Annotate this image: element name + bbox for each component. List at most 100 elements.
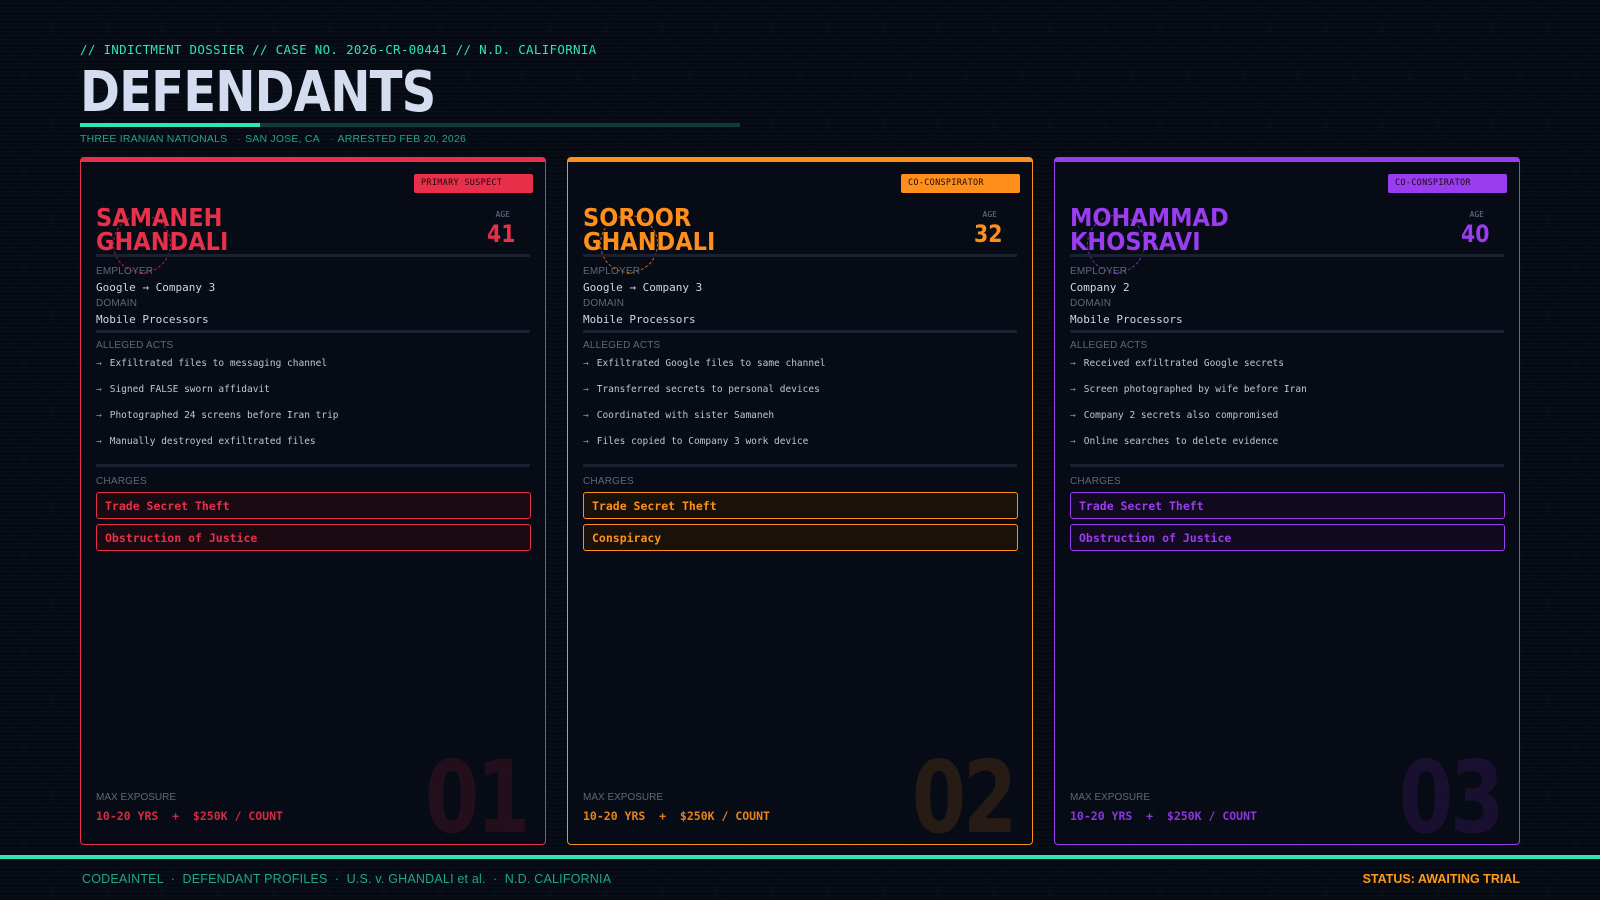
employer-value: Google → Company 3 xyxy=(583,281,703,294)
subtitle-separator: · xyxy=(237,133,242,145)
act-item: → Exfiltrated files to messaging channel xyxy=(96,358,526,384)
charge-tag[interactable]: Trade Secret Theft xyxy=(1070,492,1505,519)
subtitle-separator: · xyxy=(329,133,334,145)
charge-tag[interactable]: Trade Secret Theft xyxy=(96,492,531,519)
page-footer: CODEAINTEL · DEFENDANT PROFILES · U.S. v… xyxy=(82,872,1520,886)
domain-label: DOMAIN xyxy=(1070,298,1112,309)
page-title: DEFENDANTS xyxy=(80,60,436,125)
act-text: Company 2 secrets also compromised xyxy=(1083,410,1279,421)
charges-label: CHARGES xyxy=(1070,476,1121,487)
page-subtitle: THREE IRANIAN NATIONALS · SAN JOSE, CA · ARR… xyxy=(80,133,740,145)
arrow-icon: → xyxy=(1070,410,1076,421)
arrow-icon: → xyxy=(1070,384,1076,395)
max-exposure-value: 10-20 YRS + $250K / COUNT xyxy=(583,809,770,823)
age-label: AGE xyxy=(982,210,997,219)
act-item: → Coordinated with sister Samaneh xyxy=(583,410,1013,436)
divider xyxy=(1070,330,1504,333)
max-exposure-value: 10-20 YRS + $250K / COUNT xyxy=(96,809,283,823)
defendant-card-3[interactable]: CO-CONSPIRATOR MOHAMMAD KHOSRAVI AGE 40 … xyxy=(1054,157,1520,845)
subtitle-nationals: THREE IRANIAN NATIONALS xyxy=(80,133,228,145)
age-value: 40 xyxy=(1460,220,1489,248)
arrow-icon: → xyxy=(583,436,589,447)
act-text: Received exfiltrated Google secrets xyxy=(1083,358,1284,369)
act-item: → Screen photographed by wife before Iran xyxy=(1070,384,1500,410)
age-label: AGE xyxy=(1469,210,1484,219)
age-value: 41 xyxy=(486,220,515,248)
employer-label: EMPLOYER xyxy=(583,266,641,277)
defendant-name: SOROOR GHANDALI xyxy=(583,205,715,254)
arrow-icon: → xyxy=(583,358,589,369)
case-kicker: // INDICTMENT DOSSIER // CASE NO. 2026-C… xyxy=(80,42,597,57)
age-value: 32 xyxy=(973,220,1002,248)
arrow-icon: → xyxy=(1070,358,1076,369)
act-text: Signed FALSE sworn affidavit xyxy=(109,384,270,395)
act-item: → Online searches to delete evidence xyxy=(1070,436,1500,462)
max-exposure-label: MAX EXPOSURE xyxy=(96,792,177,803)
max-exposure-label: MAX EXPOSURE xyxy=(1070,792,1151,803)
footer-credits: CODEAINTEL · DEFENDANT PROFILES · U.S. v… xyxy=(82,872,612,886)
domain-value: Mobile Processors xyxy=(583,313,696,326)
charge-tag[interactable]: Trade Secret Theft xyxy=(583,492,1018,519)
alleged-acts-label: ALLEGED ACTS xyxy=(1070,340,1148,351)
charges-label: CHARGES xyxy=(96,476,147,487)
alleged-acts-label: ALLEGED ACTS xyxy=(583,340,661,351)
arrow-icon: → xyxy=(1070,436,1076,447)
page-header: // INDICTMENT DOSSIER // CASE NO. 2026-C… xyxy=(80,42,740,145)
act-text: Files copied to Company 3 work device xyxy=(596,436,809,447)
employer-label: EMPLOYER xyxy=(1070,266,1128,277)
act-text: Manually destroyed exfiltrated files xyxy=(109,436,316,447)
domain-value: Mobile Processors xyxy=(1070,313,1183,326)
divider xyxy=(583,330,1017,333)
employer-value: Company 2 xyxy=(1070,281,1130,294)
max-exposure-label: MAX EXPOSURE xyxy=(583,792,664,803)
act-text: Transferred secrets to personal devices xyxy=(596,384,820,395)
act-text: Exfiltrated Google files to same channel xyxy=(596,358,826,369)
act-text: Screen photographed by wife before Iran xyxy=(1083,384,1307,395)
domain-label: DOMAIN xyxy=(96,298,138,309)
charge-tag[interactable]: Conspiracy xyxy=(583,524,1018,551)
alleged-acts-list: → Exfiltrated files to messaging channel … xyxy=(96,358,526,462)
charge-tag[interactable]: Obstruction of Justice xyxy=(1070,524,1505,551)
card-number: 02 xyxy=(911,739,1017,845)
act-text: Coordinated with sister Samaneh xyxy=(596,410,775,421)
divider xyxy=(1070,254,1504,257)
domain-label: DOMAIN xyxy=(583,298,625,309)
act-text: Photographed 24 screens before Iran trip xyxy=(109,410,339,421)
defendant-name: SAMANEH GHANDALI xyxy=(96,205,229,256)
footer-divider xyxy=(0,855,1600,859)
alleged-acts-list: → Received exfiltrated Google secrets → Sc… xyxy=(1070,358,1500,462)
act-item: → Exfiltrated Google files to same channe… xyxy=(583,358,1013,384)
charges-label: CHARGES xyxy=(583,476,634,487)
last-name: KHOSRAVI xyxy=(1070,227,1201,256)
act-item: → Company 2 secrets also compromised xyxy=(1070,410,1500,436)
act-text: Exfiltrated files to messaging channel xyxy=(109,358,328,369)
defendant-name: MOHAMMAD KHOSRAVI xyxy=(1070,205,1229,256)
divider xyxy=(96,254,530,257)
card-number: 01 xyxy=(424,739,530,845)
arrow-icon: → xyxy=(96,384,102,395)
defendant-card-1[interactable]: PRIMARY SUSPECT SAMANEH GHANDALI AGE 41 … xyxy=(80,157,546,845)
divider xyxy=(583,254,1017,257)
status-badge: STATUS: AWAITING TRIAL xyxy=(1362,872,1520,886)
divider xyxy=(1070,464,1504,467)
charge-tag[interactable]: Obstruction of Justice xyxy=(96,524,531,551)
act-item: → Files copied to Company 3 work device xyxy=(583,436,1013,462)
arrow-icon: → xyxy=(96,436,102,447)
subtitle-location: SAN JOSE, CA xyxy=(245,133,320,145)
arrow-icon: → xyxy=(96,410,102,421)
last-name: GHANDALI xyxy=(96,227,229,256)
employer-value: Google → Company 3 xyxy=(96,281,216,294)
max-exposure-value: 10-20 YRS + $250K / COUNT xyxy=(1070,809,1257,823)
divider xyxy=(96,464,530,467)
alleged-acts-list: → Exfiltrated Google files to same channe… xyxy=(583,358,1013,462)
domain-value: Mobile Processors xyxy=(96,313,209,326)
role-badge: CO-CONSPIRATOR xyxy=(1388,174,1507,193)
alleged-acts-label: ALLEGED ACTS xyxy=(96,340,174,351)
subtitle-arrest-date: ARRESTED FEB 20, 2026 xyxy=(337,133,467,145)
role-badge: PRIMARY SUSPECT xyxy=(414,174,533,193)
role-badge: CO-CONSPIRATOR xyxy=(901,174,1020,193)
defendant-card-2[interactable]: CO-CONSPIRATOR SOROOR GHANDALI AGE 32 EM… xyxy=(567,157,1033,845)
act-item: → Transferred secrets to personal devices xyxy=(583,384,1013,410)
divider xyxy=(96,330,530,333)
act-item: → Received exfiltrated Google secrets xyxy=(1070,358,1500,384)
